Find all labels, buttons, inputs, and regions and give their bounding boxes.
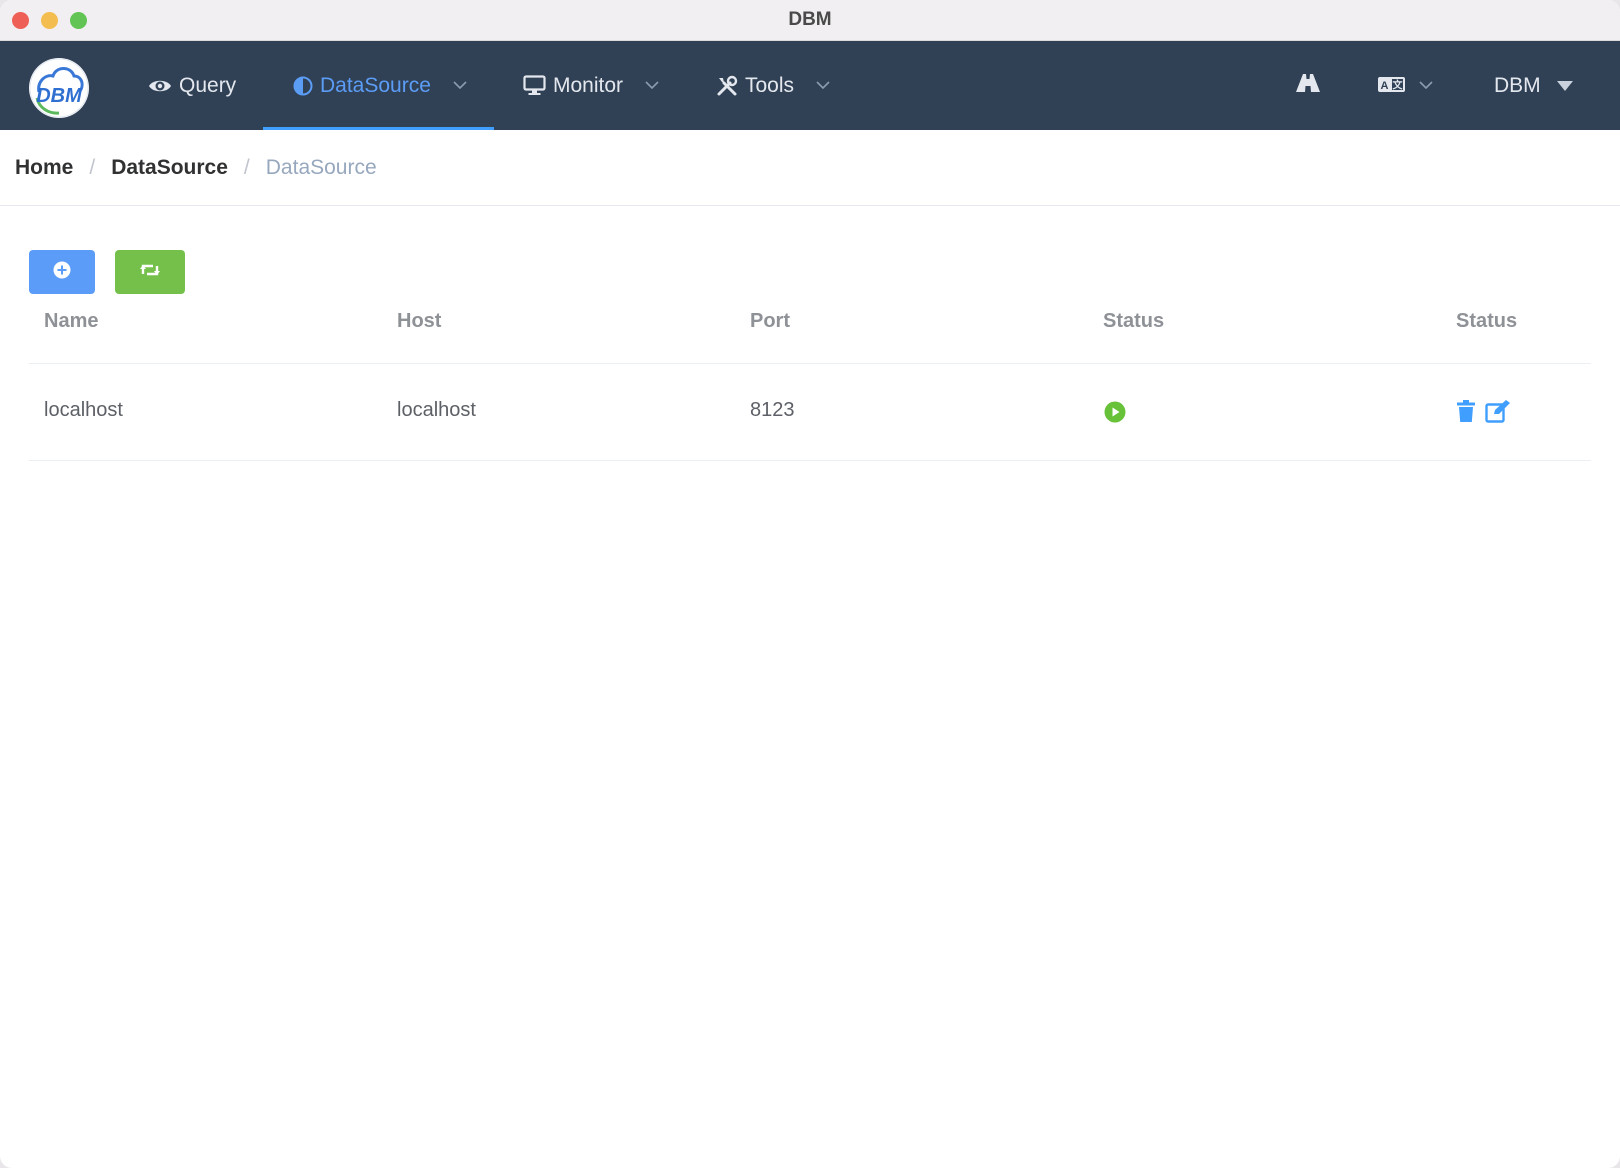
- road-icon: [1296, 73, 1320, 98]
- user-menu-label: DBM: [1494, 73, 1541, 97]
- svg-text:A: A: [1381, 80, 1389, 92]
- logo-text: DBM: [36, 85, 83, 107]
- column-header-host: Host: [397, 310, 442, 332]
- plus-circle-icon: [53, 261, 71, 284]
- nav-monitor-label: Monitor: [553, 73, 624, 97]
- dbm-logo[interactable]: DBM: [29, 58, 89, 118]
- edit-icon: [1485, 400, 1511, 428]
- active-nav-indicator: [263, 127, 494, 130]
- monitor-icon: [523, 75, 546, 96]
- title-bar: DBM: [0, 0, 1620, 41]
- chevron-down-icon: [453, 81, 467, 90]
- table-header-divider: [29, 363, 1591, 364]
- column-header-port: Port: [750, 310, 790, 332]
- table-row-divider: [29, 460, 1591, 461]
- cell-name: localhost: [44, 399, 123, 421]
- top-navbar: DBM Query DataSource Monitor Tools A 文 D…: [0, 41, 1620, 130]
- breadcrumb-divider: [0, 205, 1620, 206]
- chevron-down-icon: [816, 81, 830, 90]
- nav-tools[interactable]: Tools: [716, 41, 830, 130]
- breadcrumb-separator: /: [89, 156, 96, 179]
- column-header-status: Status: [1103, 310, 1165, 332]
- app-window: DBM DBM Query DataSource Monitor Tools A…: [0, 0, 1620, 1168]
- nav-monitor[interactable]: Monitor: [523, 41, 659, 130]
- nav-datasource-label: DataSource: [320, 73, 431, 97]
- chevron-down-icon: [645, 81, 659, 90]
- add-datasource-button[interactable]: [29, 250, 95, 294]
- nav-datasource[interactable]: DataSource: [293, 41, 467, 130]
- caret-down-icon: [1556, 80, 1573, 91]
- trash-icon: [1456, 400, 1476, 428]
- road-button[interactable]: [1296, 41, 1320, 130]
- nav-tools-label: Tools: [745, 73, 795, 97]
- play-circle-icon[interactable]: [1104, 401, 1126, 429]
- delete-button[interactable]: [1456, 400, 1476, 429]
- chevron-down-icon: [1419, 81, 1433, 90]
- breadcrumb-separator: /: [243, 156, 250, 179]
- breadcrumb-datasource[interactable]: DataSource: [111, 156, 228, 180]
- cell-port: 8123: [750, 399, 795, 421]
- refresh-button[interactable]: [115, 250, 185, 294]
- translate-icon: A文: [1378, 74, 1405, 98]
- logo-graphic: DBM: [29, 58, 89, 118]
- language-selector[interactable]: A文: [1378, 41, 1433, 130]
- half-circle-icon: [293, 76, 313, 96]
- edit-button[interactable]: [1485, 400, 1511, 429]
- cell-host: localhost: [397, 399, 476, 421]
- retweet-icon: [139, 263, 161, 282]
- column-header-name: Name: [44, 310, 99, 332]
- window-title: DBM: [788, 9, 832, 30]
- breadcrumb-current: DataSource: [265, 156, 377, 179]
- nav-query-label: Query: [179, 73, 237, 97]
- nav-query[interactable]: Query: [148, 41, 236, 130]
- breadcrumb: Home / DataSource / DataSource: [15, 156, 377, 180]
- eye-icon: [148, 77, 172, 95]
- breadcrumb-home[interactable]: Home: [15, 156, 73, 180]
- svg-text:文: 文: [1393, 78, 1404, 91]
- user-menu[interactable]: DBM: [1494, 41, 1573, 130]
- column-header-actions: Status: [1456, 310, 1518, 332]
- tools-icon: [716, 75, 738, 97]
